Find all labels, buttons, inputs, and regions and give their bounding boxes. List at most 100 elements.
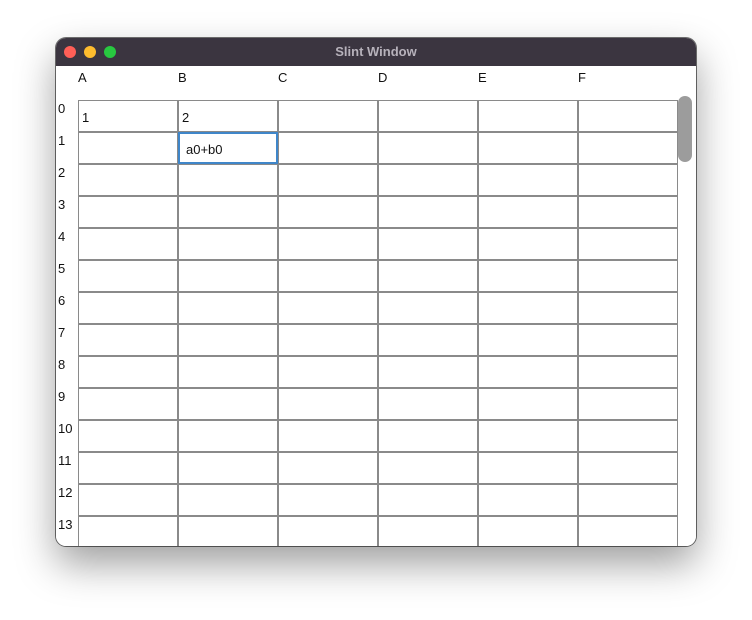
row-header-5: 5: [58, 261, 66, 276]
cell-f6[interactable]: [578, 292, 678, 324]
cell-b8[interactable]: [178, 356, 278, 388]
cell-c3[interactable]: [278, 196, 378, 228]
cell-a3[interactable]: [78, 196, 178, 228]
window-title: Slint Window: [335, 44, 417, 59]
cell-e3[interactable]: [478, 196, 578, 228]
cell-e8[interactable]: [478, 356, 578, 388]
cell-a9[interactable]: [78, 388, 178, 420]
cell-d4[interactable]: [378, 228, 478, 260]
cell-d9[interactable]: [378, 388, 478, 420]
cell-a10[interactable]: [78, 420, 178, 452]
cell-e6[interactable]: [478, 292, 578, 324]
cell-c6[interactable]: [278, 292, 378, 324]
row-header-9: 9: [58, 389, 66, 404]
cell-e1[interactable]: [478, 132, 578, 164]
cell-c4[interactable]: [278, 228, 378, 260]
cell-d10[interactable]: [378, 420, 478, 452]
cell-f5[interactable]: [578, 260, 678, 292]
cell-c9[interactable]: [278, 388, 378, 420]
cell-b13[interactable]: [178, 516, 278, 546]
cell-b4[interactable]: [178, 228, 278, 260]
cell-a12[interactable]: [78, 484, 178, 516]
cell-f3[interactable]: [578, 196, 678, 228]
cell-a5[interactable]: [78, 260, 178, 292]
cell-d6[interactable]: [378, 292, 478, 324]
cell-a13[interactable]: [78, 516, 178, 546]
cell-a2[interactable]: [78, 164, 178, 196]
cell-f8[interactable]: [578, 356, 678, 388]
cell-b7[interactable]: [178, 324, 278, 356]
cell-a0[interactable]: 1: [78, 100, 178, 132]
cell-c12[interactable]: [278, 484, 378, 516]
cell-b0[interactable]: 2: [178, 100, 278, 132]
cell-c13[interactable]: [278, 516, 378, 546]
cell-f9[interactable]: [578, 388, 678, 420]
cell-a11[interactable]: [78, 452, 178, 484]
cell-e2[interactable]: [478, 164, 578, 196]
cell-d1[interactable]: [378, 132, 478, 164]
cell-d0[interactable]: [378, 100, 478, 132]
cell-e11[interactable]: [478, 452, 578, 484]
cell-a8[interactable]: [78, 356, 178, 388]
cell-f13[interactable]: [578, 516, 678, 546]
cell-b6[interactable]: [178, 292, 278, 324]
cell-f2[interactable]: [578, 164, 678, 196]
cell-f12[interactable]: [578, 484, 678, 516]
cell-b1[interactable]: a0+b0: [178, 132, 278, 164]
vertical-scrollbar[interactable]: [678, 96, 692, 162]
cell-d11[interactable]: [378, 452, 478, 484]
cell-f4[interactable]: [578, 228, 678, 260]
row-header-6: 6: [58, 293, 66, 308]
cell-b12[interactable]: [178, 484, 278, 516]
cell-f0[interactable]: [578, 100, 678, 132]
cell-c0[interactable]: [278, 100, 378, 132]
cell-e13[interactable]: [478, 516, 578, 546]
cell-c5[interactable]: [278, 260, 378, 292]
cell-c1[interactable]: [278, 132, 378, 164]
cell-e7[interactable]: [478, 324, 578, 356]
cell-e10[interactable]: [478, 420, 578, 452]
row-header-2: 2: [58, 165, 66, 180]
cell-b2[interactable]: [178, 164, 278, 196]
cell-d13[interactable]: [378, 516, 478, 546]
cell-d8[interactable]: [378, 356, 478, 388]
cell-f7[interactable]: [578, 324, 678, 356]
row-header-1: 1: [58, 133, 66, 148]
column-header-f: F: [578, 70, 586, 85]
cell-c8[interactable]: [278, 356, 378, 388]
cell-a6[interactable]: [78, 292, 178, 324]
cell-f11[interactable]: [578, 452, 678, 484]
cell-e9[interactable]: [478, 388, 578, 420]
cell-e12[interactable]: [478, 484, 578, 516]
cell-b10[interactable]: [178, 420, 278, 452]
cell-f10[interactable]: [578, 420, 678, 452]
cell-a7[interactable]: [78, 324, 178, 356]
cell-a4[interactable]: [78, 228, 178, 260]
app-window: Slint Window A B C D E F 0 1 2 1 a0+b0 2 3 4 5 6 7 8 9 10 11…: [56, 38, 696, 546]
title-bar[interactable]: Slint Window: [56, 38, 696, 66]
cell-d5[interactable]: [378, 260, 478, 292]
cell-c11[interactable]: [278, 452, 378, 484]
row-header-7: 7: [58, 325, 66, 340]
cell-b9[interactable]: [178, 388, 278, 420]
cell-d7[interactable]: [378, 324, 478, 356]
cell-d3[interactable]: [378, 196, 478, 228]
cell-b11[interactable]: [178, 452, 278, 484]
row-header-10: 10: [58, 421, 73, 436]
cell-f1[interactable]: [578, 132, 678, 164]
row-header-8: 8: [58, 357, 66, 372]
cell-d12[interactable]: [378, 484, 478, 516]
row-header-11: 11: [58, 453, 72, 468]
cell-d2[interactable]: [378, 164, 478, 196]
cell-b5[interactable]: [178, 260, 278, 292]
cell-c2[interactable]: [278, 164, 378, 196]
cell-c7[interactable]: [278, 324, 378, 356]
column-header-d: D: [378, 70, 388, 85]
cell-b3[interactable]: [178, 196, 278, 228]
row-header-0: 0: [58, 101, 66, 116]
cell-e5[interactable]: [478, 260, 578, 292]
cell-a1[interactable]: [78, 132, 178, 164]
cell-e4[interactable]: [478, 228, 578, 260]
cell-e0[interactable]: [478, 100, 578, 132]
cell-c10[interactable]: [278, 420, 378, 452]
